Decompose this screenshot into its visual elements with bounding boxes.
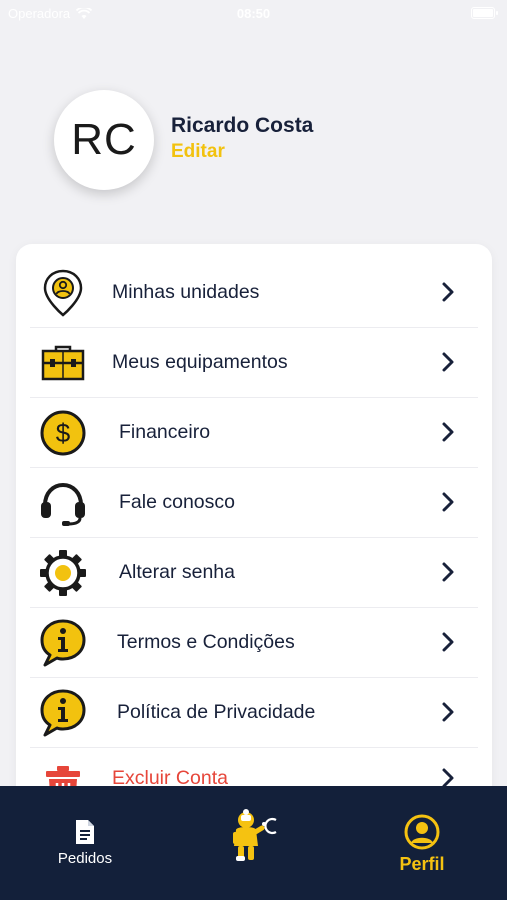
chevron-right-icon bbox=[442, 352, 454, 372]
toolbox-icon bbox=[38, 338, 88, 388]
dollar-coin-icon: $ bbox=[38, 408, 88, 458]
gear-icon bbox=[38, 548, 88, 598]
menu-item-minhas-unidades[interactable]: Minhas unidades bbox=[30, 258, 478, 328]
menu-item-fale-conosco[interactable]: Fale conosco bbox=[30, 468, 478, 538]
chevron-right-icon bbox=[442, 702, 454, 722]
menu-item-financeiro[interactable]: $ Financeiro bbox=[30, 398, 478, 468]
menu-item-label: Minhas unidades bbox=[112, 281, 260, 303]
menu-item-meus-equipamentos[interactable]: Meus equipamentos bbox=[30, 328, 478, 398]
chevron-right-icon bbox=[442, 632, 454, 652]
user-icon bbox=[404, 814, 440, 850]
menu-item-label: Termos e Condições bbox=[117, 631, 295, 653]
tab-label: Pedidos bbox=[57, 850, 113, 867]
menu-card: Minhas unidades Meus equipamentos $ Fina… bbox=[16, 244, 492, 804]
mascot-logo-icon bbox=[233, 809, 277, 861]
edit-profile-link[interactable]: Editar bbox=[171, 141, 225, 163]
info-bubble-icon bbox=[38, 688, 88, 738]
chevron-right-icon bbox=[442, 422, 454, 442]
status-bar: Operadora 08:50 bbox=[0, 0, 507, 28]
tab-perfil[interactable]: Perfil bbox=[382, 786, 462, 900]
status-time: 08:50 bbox=[236, 6, 271, 21]
chevron-right-icon bbox=[442, 282, 454, 302]
profile-name: Ricardo Costa bbox=[171, 114, 314, 137]
headset-icon bbox=[38, 478, 88, 528]
tab-pedidos[interactable]: Pedidos bbox=[45, 786, 125, 900]
chevron-right-icon bbox=[442, 562, 454, 582]
svg-text:$: $ bbox=[56, 418, 71, 448]
tab-label: Perfil bbox=[399, 854, 445, 874]
chevron-right-icon bbox=[442, 492, 454, 512]
menu-item-label: Fale conosco bbox=[119, 491, 235, 513]
tab-bar: Pedidos Perfil bbox=[0, 786, 507, 900]
menu-item-alterar-senha[interactable]: Alterar senha bbox=[30, 538, 478, 608]
avatar[interactable]: RC bbox=[54, 90, 154, 190]
menu-item-termos-condicoes[interactable]: Termos e Condições bbox=[30, 608, 478, 678]
menu-item-label: Financeiro bbox=[119, 421, 211, 443]
menu-item-politica-privacidade[interactable]: Política de Privacidade bbox=[30, 678, 478, 748]
location-pin-icon bbox=[38, 268, 88, 318]
menu-item-label: Política de Privacidade bbox=[117, 701, 316, 723]
battery-icon bbox=[471, 7, 498, 19]
info-bubble-icon bbox=[38, 618, 88, 668]
menu-item-label: Meus equipamentos bbox=[112, 351, 288, 373]
document-icon bbox=[76, 820, 94, 844]
tab-home-logo[interactable] bbox=[214, 786, 294, 900]
menu-item-label: Alterar senha bbox=[119, 561, 235, 583]
